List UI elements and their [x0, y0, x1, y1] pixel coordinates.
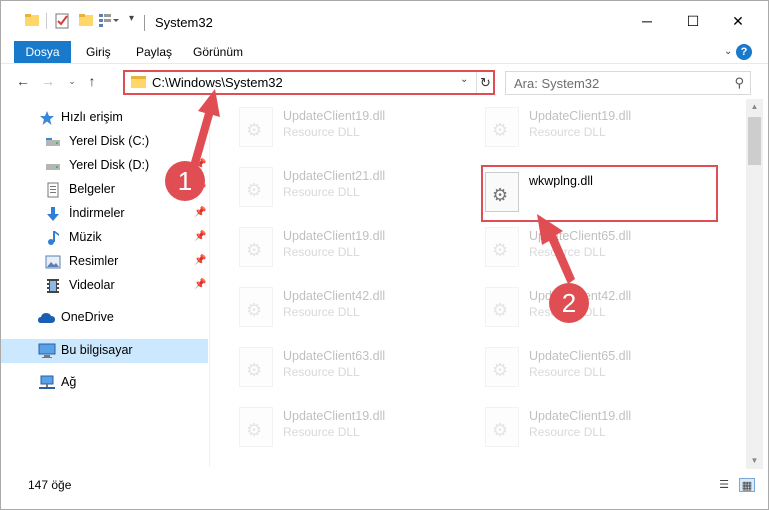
step-marker-1: 1	[165, 161, 205, 201]
explorer-window: ▾ System32 ─ ☐ ✕ Dosya Giriş Paylaş Görü…	[0, 0, 769, 510]
annotation-arrows	[189, 89, 575, 284]
step-marker-2: 2	[549, 283, 589, 323]
